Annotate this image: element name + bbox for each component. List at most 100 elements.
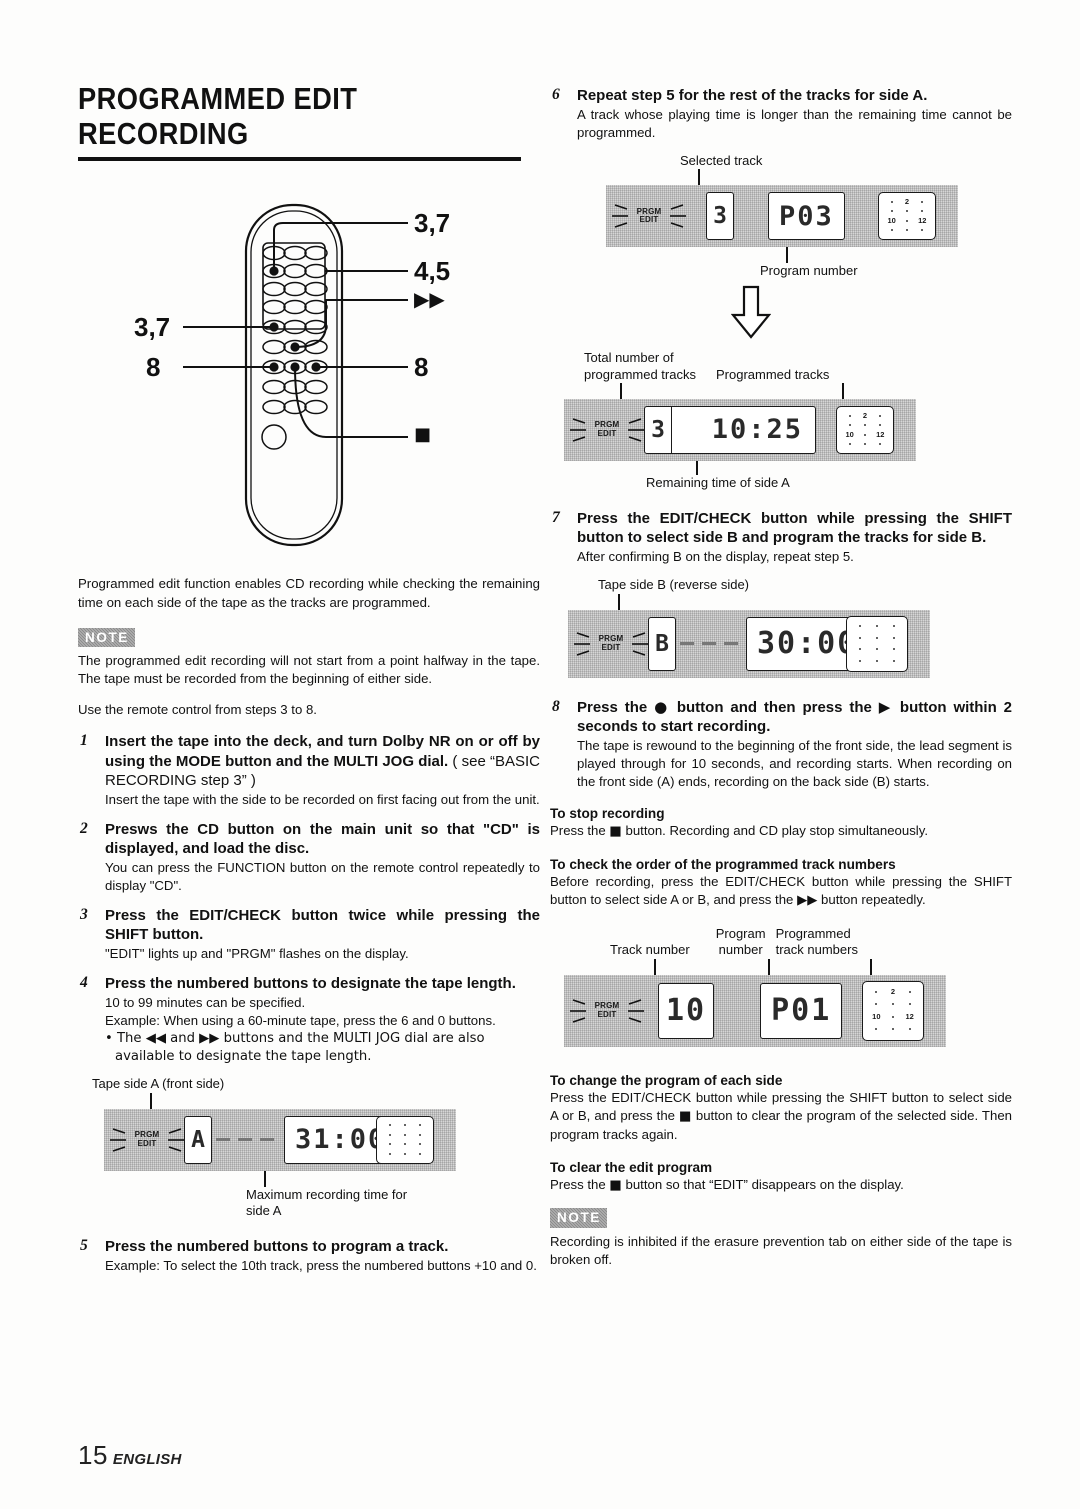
prgm-edit-indicator: PRGM EDIT — [570, 998, 644, 1023]
page-title: PROGRAMMED EDIT RECORDING — [78, 81, 485, 151]
clear-program-heading: To clear the edit program — [550, 1159, 713, 1175]
edit-label: EDIT — [639, 215, 659, 225]
step-5-number: 5 — [80, 1237, 88, 1255]
flash-icon-right — [632, 631, 648, 656]
page-title-line1: PROGRAMMED EDIT — [78, 81, 358, 116]
lcd-panel-side-b: PRGM EDIT B 30:00 — [568, 609, 930, 678]
lcd-program-number: P03 — [768, 192, 845, 241]
lcd-dash-2 — [238, 1138, 252, 1142]
step-3-number: 3 — [80, 905, 88, 923]
matrix-dot — [905, 229, 908, 232]
step-1-body: Insert the tape with the side to be reco… — [105, 791, 540, 807]
step-7-body: After confirming B on the display, repea… — [577, 549, 854, 565]
leader-line-selected-track — [698, 169, 700, 186]
matrix-dot — [388, 1143, 391, 1146]
lcd-track-matrix-grid-b — [852, 621, 902, 667]
leader-line-side-a — [150, 1092, 152, 1109]
matrix-dot — [859, 659, 862, 662]
leader-line-max-time — [264, 1170, 266, 1187]
lcd-track-matrix-grid-a — [382, 1121, 428, 1159]
prgm-edit-indicator: PRGM EDIT — [574, 631, 648, 656]
matrix-track-12: 12 — [876, 430, 885, 440]
clear-program-body: Press the ■ button so that “EDIT” disapp… — [550, 1176, 1012, 1195]
footer-page-number: 15 — [78, 1440, 108, 1470]
matrix-dot — [388, 1133, 391, 1136]
flash-icon-left — [574, 631, 590, 656]
step-3-heading: Press the EDIT/CHECK button twice while … — [105, 906, 540, 943]
total-tracks-label-line2: programmed tracks — [584, 366, 696, 382]
matrix-track-10: 10 — [845, 430, 854, 440]
flow-arrow-container — [550, 285, 1012, 344]
matrix-dot — [863, 443, 866, 446]
step-8: 8 Press the ● button and then press the … — [550, 698, 1012, 791]
step-3-body: "EDIT" lights up and "PRGM" flashes on t… — [105, 946, 409, 962]
flash-icon-right — [168, 1127, 184, 1152]
matrix-dot — [892, 636, 895, 639]
matrix-dot — [879, 424, 882, 427]
right-column: 6 Repeat step 5 for the rest of the trac… — [550, 82, 1012, 1269]
step-8-heading: Press the ● button and then press the ▶ … — [577, 698, 1012, 736]
leader-line-remaining-time — [696, 460, 698, 475]
step-2: 2 Presws the CD button on the main unit … — [78, 820, 540, 895]
check-order-heading: To check the order of the programmed tra… — [550, 857, 896, 873]
step-4-number: 4 — [80, 973, 88, 991]
footer-language: ENGLISH — [112, 1451, 182, 1468]
edit-label: EDIT — [601, 642, 621, 652]
lcd-selected-track-number: 3 — [706, 192, 734, 241]
lcd-dash-3 — [724, 642, 738, 645]
matrix-dot — [419, 1143, 422, 1146]
step-6: 6 Repeat step 5 for the rest of the trac… — [550, 86, 1012, 142]
step-8-heading-pre: Press the — [577, 698, 655, 716]
step-6-heading: Repeat step 5 for the rest of the tracks… — [577, 87, 928, 104]
lcd-track-matrix-a — [376, 1115, 434, 1164]
programmed-tracks-label: Programmed tracks — [715, 366, 830, 382]
lcd-dash-3 — [260, 1138, 274, 1142]
step-2-number: 2 — [80, 819, 88, 837]
edit-label: EDIT — [597, 1009, 617, 1019]
lcd-track-number: 10 — [658, 982, 715, 1039]
flash-icon-right — [670, 204, 686, 228]
matrix-track-10: 10 — [887, 216, 896, 226]
matrix-dot — [403, 1133, 406, 1136]
edit-label: EDIT — [137, 1138, 157, 1148]
lcd-track-matrix-b — [846, 615, 908, 672]
stop-recording-body: Press the ■ button. Recording and CD pla… — [550, 822, 1012, 841]
check-body-pre: Before recording, press the EDIT/CHECK b… — [550, 874, 1012, 908]
fast-forward-icon: ▶▶ — [414, 287, 445, 312]
program-number-label: Program number — [760, 263, 858, 279]
side-b-top-label: Tape side B (reverse side) — [598, 577, 750, 593]
matrix-track-2: 2 — [862, 411, 868, 421]
lcd-track-matrix-selected: 2 10 12 — [878, 192, 936, 241]
matrix-dot — [403, 1152, 406, 1155]
stop-body-post: button. Recording and CD play stop simul… — [621, 823, 929, 839]
matrix-dot — [891, 1028, 894, 1031]
step-1-heading: Insert the tape into the deck, and turn … — [105, 732, 540, 790]
matrix-track-12: 12 — [905, 1012, 914, 1022]
matrix-dot — [875, 990, 878, 993]
step-4-heading: Press the numbered buttons to designate … — [105, 974, 516, 992]
lcd-dash-1 — [680, 642, 694, 645]
callout-3-7-top: 3,7 — [414, 208, 451, 239]
check-body-post: button repeatedly. — [817, 892, 926, 908]
fast-forward-icon: ▶▶ — [797, 893, 818, 909]
max-rec-label-line1: Maximum recording time for — [246, 1186, 408, 1202]
matrix-dot — [875, 1003, 878, 1006]
matrix-dot — [859, 625, 862, 628]
intro-paragraph: Programmed edit function enables CD reco… — [78, 576, 540, 610]
page-footer: 15 ENGLISH — [78, 1440, 182, 1471]
lcd-dash-1 — [216, 1138, 230, 1142]
step-6-body: A track whose playing time is longer tha… — [577, 107, 1012, 140]
leader-line-total-tracks — [620, 382, 622, 399]
matrix-dot — [403, 1143, 406, 1146]
stop-recording-heading: To stop recording — [550, 806, 665, 822]
matrix-dot — [403, 1124, 406, 1127]
lcd-track-matrix-totals: 2 10 12 — [836, 405, 894, 454]
lcd-totals-group: 3 10:25 — [644, 405, 816, 454]
matrix-dot — [419, 1152, 422, 1155]
step-1: 1 Insert the tape into the deck, and tur… — [78, 732, 540, 808]
step-8-number: 8 — [552, 697, 560, 715]
step-8-heading-mid: button and then press the — [669, 698, 879, 716]
bottom-note-text: Recording is inhibited if the erasure pr… — [550, 1234, 1012, 1267]
matrix-dot — [863, 433, 866, 436]
matrix-dot — [875, 636, 878, 639]
